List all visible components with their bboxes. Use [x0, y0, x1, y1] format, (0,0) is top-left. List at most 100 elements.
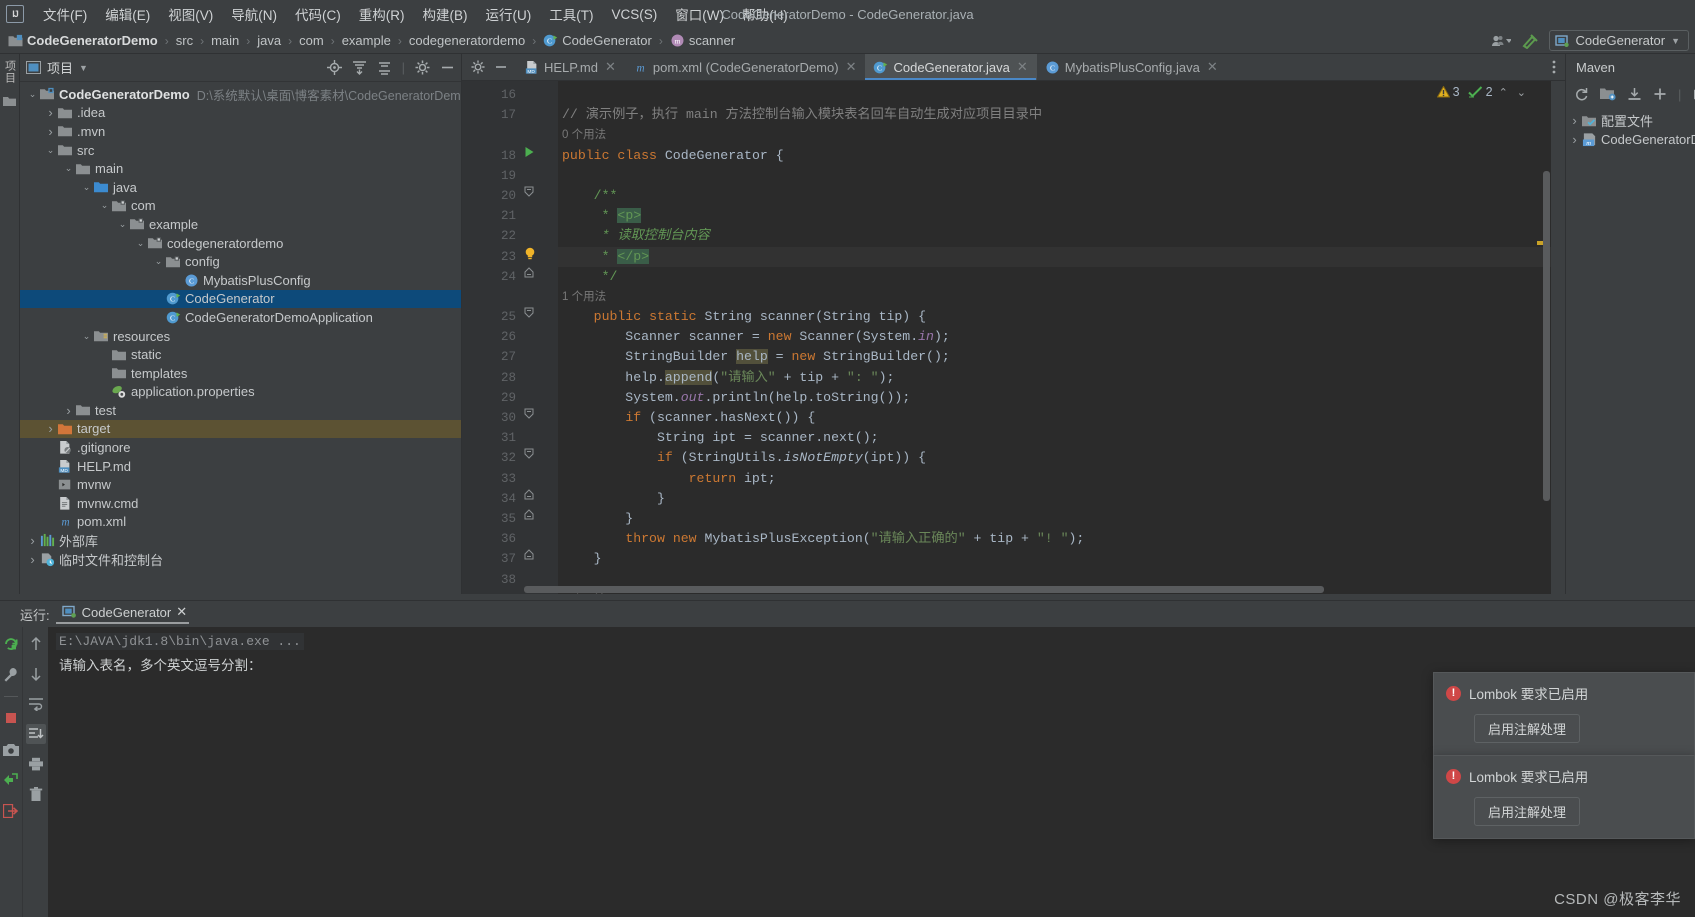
code-line[interactable]: */: [558, 267, 1551, 287]
print-icon[interactable]: [26, 754, 46, 774]
tree-node--mvn[interactable]: ›.mvn: [20, 122, 461, 141]
code-line[interactable]: * 读取控制台内容: [558, 226, 1551, 246]
trash-icon[interactable]: [26, 784, 46, 804]
plus-icon[interactable]: [1653, 87, 1667, 101]
chevron-down-icon[interactable]: ▼: [79, 63, 88, 73]
close-icon[interactable]: ✕: [1207, 59, 1218, 75]
menu-item-5[interactable]: 重构(R): [350, 0, 414, 28]
code-line[interactable]: * <p>: [558, 206, 1551, 226]
fold-region-start-icon[interactable]: [524, 448, 558, 468]
run-gutter-icon[interactable]: [524, 146, 558, 166]
breadcrumb-item-7[interactable]: CCodeGenerator: [543, 33, 652, 48]
code-line[interactable]: help.append("请输入" + tip + ": ");: [558, 368, 1551, 388]
notification-lombok-1[interactable]: ! Lombok 要求已启用 启用注解处理: [1433, 672, 1695, 756]
menu-item-9[interactable]: VCS(S): [603, 3, 667, 26]
add-maven-project-icon[interactable]: [1600, 87, 1616, 101]
code-line[interactable]: public static String scanner(String tip)…: [558, 307, 1551, 327]
breadcrumb-item-3[interactable]: java: [257, 33, 281, 48]
project-tree[interactable]: ⌄CodeGeneratorDemoD:\系统默认\桌面\博客素材\CodeGe…: [20, 82, 461, 594]
menu-item-3[interactable]: 导航(N): [222, 0, 286, 28]
tree-node-main[interactable]: ⌄main: [20, 159, 461, 178]
breadcrumb-item-0[interactable]: CodeGeneratorDemo: [8, 33, 158, 48]
previous-problem-icon[interactable]: ⌃: [1496, 86, 1511, 99]
tree-node-application-properties[interactable]: application.properties: [20, 383, 461, 402]
breadcrumb-item-5[interactable]: example: [342, 33, 391, 48]
chevron-down-icon[interactable]: ⌄: [80, 182, 93, 193]
menu-item-4[interactable]: 代码(C): [286, 0, 350, 28]
tree-node-static[interactable]: static: [20, 345, 461, 364]
tree-node-templates[interactable]: templates: [20, 364, 461, 383]
intention-bulb-icon[interactable]: [524, 247, 558, 267]
code-line[interactable]: throw new MybatisPlusException("请输入正确的" …: [558, 529, 1551, 549]
menu-item-6[interactable]: 构建(B): [414, 0, 477, 28]
code-line[interactable]: return ipt;: [558, 469, 1551, 489]
expand-all-icon[interactable]: [352, 60, 367, 75]
chevron-right-icon[interactable]: ›: [1568, 132, 1581, 147]
error-stripe-gutter[interactable]: [1551, 81, 1565, 594]
tree-node-codegeneratordemo[interactable]: ⌄CodeGeneratorDemoD:\系统默认\桌面\博客素材\CodeGe…: [20, 85, 461, 104]
close-icon[interactable]: ✕: [1017, 59, 1028, 75]
enable-annotation-processing-button[interactable]: 启用注解处理: [1474, 714, 1580, 743]
tree-node-mvnw-cmd[interactable]: mvnw.cmd: [20, 494, 461, 513]
tree-node-pom-xml[interactable]: mpom.xml: [20, 513, 461, 532]
chevron-down-icon[interactable]: ⌄: [116, 219, 129, 230]
chevron-right-icon[interactable]: ›: [44, 124, 57, 139]
run-tab-codegenerator[interactable]: CodeGenerator ✕: [60, 604, 190, 624]
tree-node-src[interactable]: ⌄src: [20, 141, 461, 160]
reload-icon[interactable]: [1574, 87, 1589, 102]
tree-node-target[interactable]: ›target: [20, 420, 461, 439]
scroll-to-end-icon[interactable]: [26, 724, 46, 744]
close-icon[interactable]: ✕: [176, 604, 187, 620]
user-avatar-icon[interactable]: [1491, 34, 1511, 48]
code-line[interactable]: // 演示例子，执行 main 方法控制台输入模块表名回车自动生成对应项目目录中: [558, 105, 1551, 125]
close-icon[interactable]: ✕: [605, 59, 616, 75]
chevron-down-icon[interactable]: ⌄: [98, 200, 111, 211]
chevron-down-icon[interactable]: ⌄: [26, 89, 39, 100]
code-text-area[interactable]: // 演示例子，执行 main 方法控制台输入模块表名回车自动生成对应项目目录中…: [558, 81, 1551, 594]
build-hammer-icon[interactable]: [1521, 33, 1539, 49]
code-line[interactable]: }: [558, 489, 1551, 509]
chevron-right-icon[interactable]: ›: [44, 105, 57, 120]
chevron-right-icon[interactable]: ›: [1568, 113, 1581, 128]
menu-item-10[interactable]: 窗口(W): [666, 0, 733, 28]
usage-inlay-hint[interactable]: 0 个用法: [558, 125, 1551, 145]
tree-node-mybatisplusconfig[interactable]: CMybatisPlusConfig: [20, 271, 461, 290]
maven-node-0[interactable]: ›配置文件: [1566, 111, 1695, 130]
notification-lombok-2[interactable]: ! Lombok 要求已启用 启用注解处理: [1433, 755, 1695, 839]
chevron-right-icon[interactable]: ›: [26, 533, 39, 548]
menu-item-2[interactable]: 视图(V): [159, 0, 222, 28]
settings-gear-icon[interactable]: [471, 60, 485, 74]
minimize-icon[interactable]: [494, 61, 508, 73]
tree-node--idea[interactable]: ›.idea: [20, 104, 461, 123]
code-line[interactable]: * </p>: [558, 247, 1551, 267]
code-line[interactable]: StringBuilder help = new StringBuilder()…: [558, 347, 1551, 367]
close-icon[interactable]: ✕: [846, 59, 857, 75]
menu-item-8[interactable]: 工具(T): [540, 0, 602, 28]
gear-icon[interactable]: [415, 60, 430, 75]
breadcrumb-item-2[interactable]: main: [211, 33, 239, 48]
chevron-down-icon[interactable]: ⌄: [80, 331, 93, 342]
editor-tab-help[interactable]: MDHELP.md✕: [517, 54, 625, 80]
fold-region-end-icon[interactable]: [524, 549, 558, 569]
fold-region-end-icon[interactable]: [524, 489, 558, 509]
rerun-icon[interactable]: [1, 634, 21, 654]
locate-icon[interactable]: [327, 60, 342, 75]
code-line[interactable]: [558, 166, 1551, 186]
next-problem-icon[interactable]: ⌄: [1514, 86, 1529, 99]
tree-node-help-md[interactable]: MDHELP.md: [20, 457, 461, 476]
code-line[interactable]: }: [558, 549, 1551, 569]
editor-tab-pom[interactable]: mpom.xml (CodeGeneratorDemo)✕: [625, 54, 866, 80]
tree-node-test[interactable]: ›test: [20, 401, 461, 420]
chevron-down-icon[interactable]: ⌄: [134, 238, 147, 249]
scroll-up-icon[interactable]: [26, 634, 46, 654]
enable-annotation-processing-button[interactable]: 启用注解处理: [1474, 797, 1580, 826]
tree-node-codegenerator[interactable]: CCodeGenerator: [20, 290, 461, 309]
chevron-right-icon[interactable]: ›: [44, 421, 57, 436]
tree-node--[interactable]: ›外部库: [20, 531, 461, 550]
menu-item-7[interactable]: 运行(U): [477, 0, 541, 28]
inspection-status-widget[interactable]: 3 2 ⌃ ⌄: [1437, 85, 1529, 99]
scroll-down-icon[interactable]: [26, 664, 46, 684]
tree-node-config[interactable]: ⌄config: [20, 252, 461, 271]
tree-node-java[interactable]: ⌄java: [20, 178, 461, 197]
maven-tree[interactable]: ›配置文件›mCodeGeneratorD: [1566, 107, 1695, 149]
